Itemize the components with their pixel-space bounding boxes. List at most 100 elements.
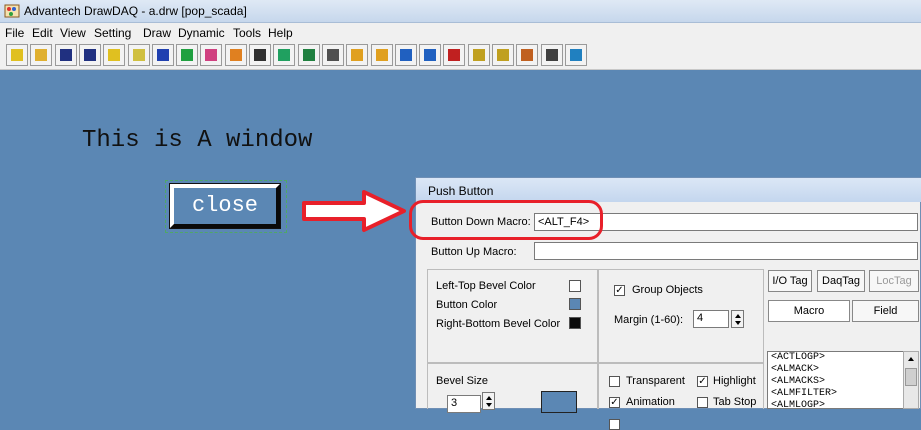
save-as-button[interactable] bbox=[78, 44, 101, 66]
knob-button[interactable] bbox=[516, 44, 539, 66]
open-folder-button[interactable] bbox=[30, 44, 53, 66]
paint-palette-icon bbox=[4, 4, 20, 18]
save-button[interactable] bbox=[54, 44, 77, 66]
text-abc-button[interactable] bbox=[200, 44, 223, 66]
list-item[interactable]: <ACTLOGP> bbox=[768, 352, 904, 364]
transparent-checkbox[interactable] bbox=[609, 376, 620, 387]
print-button[interactable] bbox=[321, 44, 344, 66]
open-folder-icon bbox=[35, 49, 48, 61]
menu-dynamic[interactable]: Dynamic bbox=[178, 26, 225, 40]
button-color-swatch[interactable] bbox=[569, 298, 581, 310]
list-item[interactable]: <ALMFILTER> bbox=[768, 388, 904, 400]
histogram-button[interactable] bbox=[443, 44, 466, 66]
lines-icon bbox=[156, 49, 169, 61]
menu-help[interactable]: Help bbox=[268, 26, 293, 40]
window-title: Advantech DrawDAQ - a.drw [pop_scada] bbox=[24, 4, 247, 18]
menu-draw[interactable]: Draw bbox=[143, 26, 171, 40]
bar-chart-icon bbox=[375, 49, 388, 61]
bevel-size-spinner[interactable] bbox=[482, 392, 495, 410]
save-icon bbox=[59, 49, 72, 61]
text-abc-icon bbox=[205, 49, 218, 61]
toggle-button-button[interactable] bbox=[492, 44, 514, 66]
list-item[interactable]: <ALMACKS> bbox=[768, 376, 904, 388]
animation-label: Animation bbox=[626, 396, 675, 408]
left-top-bevel-color-label: Left-Top Bevel Color bbox=[436, 280, 536, 292]
right-bottom-bevel-color-swatch[interactable] bbox=[569, 317, 581, 329]
group-objects-checkbox[interactable]: ✓ bbox=[614, 285, 625, 296]
scroll-up-icon[interactable] bbox=[908, 357, 914, 361]
bevel-size-input[interactable]: 3 bbox=[447, 395, 481, 413]
animation-checkbox[interactable]: ✓ bbox=[609, 397, 620, 408]
tab-macro[interactable]: Macro bbox=[768, 300, 850, 322]
dialog-title-bar: Push Button bbox=[416, 178, 921, 202]
button-color-label: Button Color bbox=[436, 299, 498, 311]
shapes-icon bbox=[229, 49, 242, 61]
arrow-right-icon bbox=[302, 190, 406, 232]
bar-chart-button[interactable] bbox=[370, 44, 393, 66]
io-tag-button[interactable]: I/O Tag bbox=[768, 270, 812, 292]
menu-file[interactable]: File bbox=[5, 26, 24, 40]
loc-tag-button[interactable]: LocTag bbox=[869, 270, 919, 292]
image-icon bbox=[278, 49, 291, 61]
button-up-macro-label: Button Up Macro: bbox=[431, 246, 517, 258]
trend-chart-button[interactable] bbox=[346, 44, 369, 66]
close-button-label: close bbox=[191, 193, 258, 218]
close-push-button[interactable]: close bbox=[169, 183, 281, 229]
save-as-icon bbox=[83, 49, 96, 61]
push-button-icon bbox=[472, 49, 485, 61]
knob-icon bbox=[521, 49, 534, 61]
group-objects-label: Group Objects bbox=[632, 284, 703, 296]
new-file-button[interactable] bbox=[6, 44, 28, 66]
canvas-label-text[interactable]: This is A window bbox=[82, 127, 312, 154]
area-chart-button[interactable] bbox=[419, 44, 442, 66]
shapes-button[interactable] bbox=[224, 44, 247, 66]
scroll-thumb[interactable] bbox=[905, 368, 917, 386]
button-up-macro-input[interactable] bbox=[534, 242, 918, 260]
pointer-button[interactable] bbox=[564, 44, 587, 66]
spin-up-icon bbox=[735, 314, 741, 318]
pointer-icon bbox=[569, 49, 582, 61]
left-top-bevel-color-swatch[interactable] bbox=[569, 280, 581, 292]
grid-icon bbox=[132, 49, 145, 61]
menu-view[interactable]: View bbox=[60, 26, 86, 40]
bevel-size-label: Bevel Size bbox=[436, 375, 488, 387]
push-button-button[interactable] bbox=[467, 44, 490, 66]
confirmation-checkbox[interactable] bbox=[609, 419, 620, 430]
clear-button[interactable] bbox=[103, 44, 126, 66]
trend-chart-icon bbox=[351, 49, 364, 61]
annotation-highlight bbox=[409, 200, 603, 240]
margin-spinner[interactable] bbox=[731, 310, 744, 328]
transparent-label: Transparent bbox=[626, 375, 685, 387]
menu-tools[interactable]: Tools bbox=[233, 26, 261, 40]
macro-list[interactable]: <ACTLOGP> <ALMACK> <ALMACKS> <ALMFILTER>… bbox=[767, 351, 905, 412]
color-palette-icon bbox=[181, 49, 194, 61]
image-button[interactable] bbox=[273, 44, 296, 66]
tab-stop-checkbox[interactable] bbox=[697, 397, 708, 408]
tab-stop-label: Tab Stop bbox=[713, 396, 757, 408]
layers-icon bbox=[254, 49, 266, 61]
tab-field[interactable]: Field bbox=[852, 300, 919, 322]
list-item[interactable]: <ALMLOGP> bbox=[768, 400, 904, 412]
display-button[interactable] bbox=[297, 44, 320, 66]
line-chart-icon bbox=[399, 49, 412, 61]
menu-edit[interactable]: Edit bbox=[32, 26, 53, 40]
macro-list-scrollbar[interactable] bbox=[903, 351, 919, 409]
highlight-checkbox[interactable]: ✓ bbox=[697, 376, 708, 387]
menu-setting[interactable]: Setting bbox=[94, 26, 131, 40]
line-chart-button[interactable] bbox=[394, 44, 417, 66]
print-icon bbox=[326, 49, 339, 61]
new-file-icon bbox=[11, 49, 23, 61]
color-palette-button[interactable] bbox=[176, 44, 199, 66]
tools-icon bbox=[545, 49, 558, 61]
area-chart-icon bbox=[424, 49, 437, 61]
grid-button[interactable] bbox=[127, 44, 150, 66]
menu-bar: File Edit View Setting Draw Dynamic Tool… bbox=[0, 23, 921, 42]
clear-icon bbox=[108, 49, 121, 61]
tools-button[interactable] bbox=[540, 44, 563, 66]
list-item[interactable]: <ALMACK> bbox=[768, 364, 904, 376]
daq-tag-button[interactable]: DaqTag bbox=[817, 270, 865, 292]
toolbar bbox=[0, 42, 921, 70]
lines-button[interactable] bbox=[151, 44, 174, 66]
layers-button[interactable] bbox=[249, 44, 271, 66]
margin-input[interactable]: 4 bbox=[693, 310, 729, 328]
